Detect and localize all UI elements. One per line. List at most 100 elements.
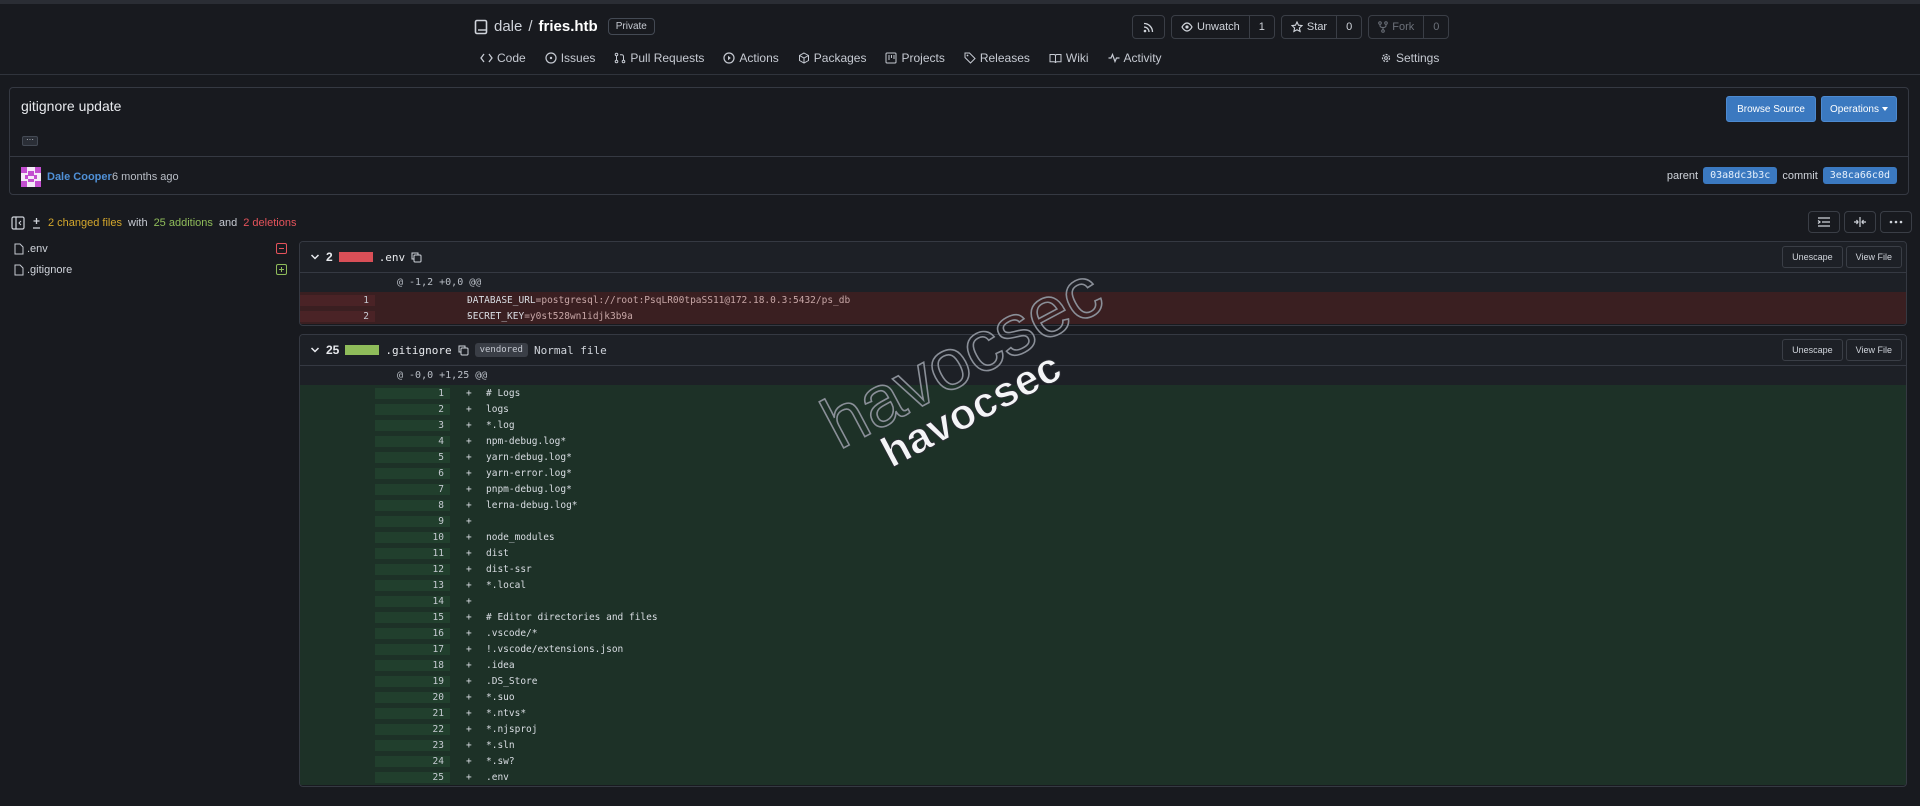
line-number[interactable]: 25	[375, 771, 450, 783]
tab-projects[interactable]: Projects	[885, 51, 945, 65]
line-number[interactable]: 5	[375, 451, 450, 463]
tab-issues-label: Issues	[560, 51, 596, 65]
more-options-button[interactable]	[1880, 211, 1912, 233]
line-number[interactable]: 6	[375, 467, 450, 479]
unescape-button[interactable]: Unescape	[1782, 339, 1843, 361]
tab-activity[interactable]: Activity	[1108, 51, 1162, 65]
diff-sign: +	[466, 563, 472, 575]
commit-sha-link[interactable]: 3e8ca66c0d	[1822, 167, 1897, 184]
line-number[interactable]: 19	[375, 675, 450, 687]
parent-label: parent	[1666, 169, 1699, 182]
unwatch-button[interactable]: Unwatch	[1172, 16, 1249, 38]
rss-button[interactable]	[1132, 15, 1165, 39]
line-number[interactable]: 3	[375, 419, 450, 431]
line-number[interactable]: 1	[300, 294, 375, 306]
caret-down-icon	[1881, 107, 1888, 111]
parent-sha-link[interactable]: 03a8dc3b3c	[1703, 167, 1778, 184]
line-number[interactable]: 17	[375, 643, 450, 655]
tab-code[interactable]: Code	[480, 51, 526, 65]
avatar[interactable]	[21, 167, 41, 187]
diff-stat-bar	[338, 252, 373, 262]
unescape-button[interactable]: Unescape	[1782, 246, 1843, 268]
line-number[interactable]: 20	[375, 691, 450, 703]
tab-packages-label: Packages	[813, 51, 867, 65]
line-number[interactable]: 22	[375, 723, 450, 735]
repo-name-link[interactable]: fries.htb	[539, 18, 598, 35]
split-view-button[interactable]	[1844, 211, 1876, 233]
line-number[interactable]: 14	[375, 595, 450, 607]
toggle-file-tree-icon[interactable]	[11, 216, 25, 230]
env-key: SECRET_KEY	[467, 310, 525, 322]
tab-actions[interactable]: Actions	[723, 51, 779, 65]
line-number[interactable]: 1	[375, 387, 450, 399]
tab-releases[interactable]: Releases	[964, 51, 1030, 65]
line-number[interactable]: 2	[375, 403, 450, 415]
line-code: pnpm-debug.log*	[486, 483, 572, 495]
chevron-down-icon[interactable]	[310, 253, 320, 261]
line-code: *.ntvs*	[486, 707, 527, 719]
gear-icon	[1380, 52, 1392, 64]
private-badge: Private	[607, 18, 655, 35]
fork-count[interactable]: 0	[1423, 16, 1448, 38]
diff-line: 24 + *.sw?	[300, 753, 1906, 769]
tab-settings[interactable]: Settings	[1380, 51, 1439, 65]
diff-stats: 2 changed files with 25 additions and 2 …	[11, 216, 296, 230]
env-value: =postgresql://root:PsqLR00tpaSS11@172.18…	[535, 294, 851, 306]
author-link[interactable]: Dale Cooper	[47, 171, 112, 183]
additions-count: 25 additions	[153, 217, 213, 229]
diff-line: 20 + *.suo	[300, 689, 1906, 705]
star-count[interactable]: 0	[1336, 16, 1361, 38]
browse-source-button[interactable]: Browse Source	[1726, 96, 1816, 122]
diff-line: 2 - SECRET_KEY=y0st528wn1idjk3b9a	[300, 308, 1906, 324]
view-file-button[interactable]: View File	[1845, 339, 1902, 361]
operations-dropdown[interactable]: Operations	[1821, 96, 1897, 122]
tab-wiki[interactable]: Wiki	[1049, 51, 1089, 65]
diff-change-count: 2	[326, 250, 333, 264]
copy-icon[interactable]	[458, 345, 469, 356]
diff-line: 14 +	[300, 593, 1906, 609]
tree-file-gitignore[interactable]: .gitignore	[14, 264, 72, 276]
vendored-badge: vendored	[474, 343, 528, 357]
line-number[interactable]: 15	[375, 611, 450, 623]
line-number[interactable]: 23	[375, 739, 450, 751]
pulse-icon	[1108, 53, 1120, 63]
line-number[interactable]: 2	[300, 310, 375, 322]
line-number[interactable]: 16	[375, 627, 450, 639]
line-number[interactable]: 8	[375, 499, 450, 511]
diff-file-name[interactable]: .env	[379, 251, 406, 264]
line-number[interactable]: 10	[375, 531, 450, 543]
view-file-button[interactable]: View File	[1845, 246, 1902, 268]
tab-pull-requests[interactable]: Pull Requests	[614, 51, 704, 65]
tab-packages[interactable]: Packages	[798, 51, 867, 65]
line-number[interactable]: 24	[375, 755, 450, 767]
line-number[interactable]: 12	[375, 563, 450, 575]
line-code: *.sln	[486, 739, 515, 751]
tab-issues[interactable]: Issues	[545, 51, 596, 65]
star-button[interactable]: Star	[1282, 16, 1336, 38]
diff-line: 11 + dist	[300, 545, 1906, 561]
hunk-header: @ -1,2 +0,0 @@	[300, 273, 1906, 292]
whitespace-button[interactable]	[1808, 211, 1840, 233]
expand-message-button[interactable]: ···	[22, 136, 38, 146]
tab-code-label: Code	[497, 51, 526, 65]
diff-sign: +	[466, 467, 472, 479]
tab-activity-label: Activity	[1123, 51, 1162, 65]
copy-icon[interactable]	[411, 252, 422, 263]
commit-refs: parent 03a8dc3b3c commit 3e8ca66c0d	[1667, 167, 1897, 184]
line-number[interactable]: 13	[375, 579, 450, 591]
tab-wiki-label: Wiki	[1065, 51, 1089, 65]
star-icon	[1290, 21, 1303, 33]
line-number[interactable]: 18	[375, 659, 450, 671]
tree-file-env[interactable]: .env	[14, 243, 48, 255]
chevron-down-icon[interactable]	[310, 346, 320, 354]
line-number[interactable]: 21	[375, 707, 450, 719]
line-number[interactable]: 7	[375, 483, 450, 495]
line-number[interactable]: 11	[375, 547, 450, 559]
fork-button[interactable]: Fork	[1369, 16, 1423, 38]
line-number[interactable]: 9	[375, 515, 450, 527]
line-number[interactable]: 4	[375, 435, 450, 447]
watch-count[interactable]: 1	[1248, 16, 1274, 38]
repo-icon	[474, 19, 488, 35]
diff-file-name[interactable]: .gitignore	[385, 344, 451, 357]
repo-owner-link[interactable]: dale	[494, 18, 522, 35]
